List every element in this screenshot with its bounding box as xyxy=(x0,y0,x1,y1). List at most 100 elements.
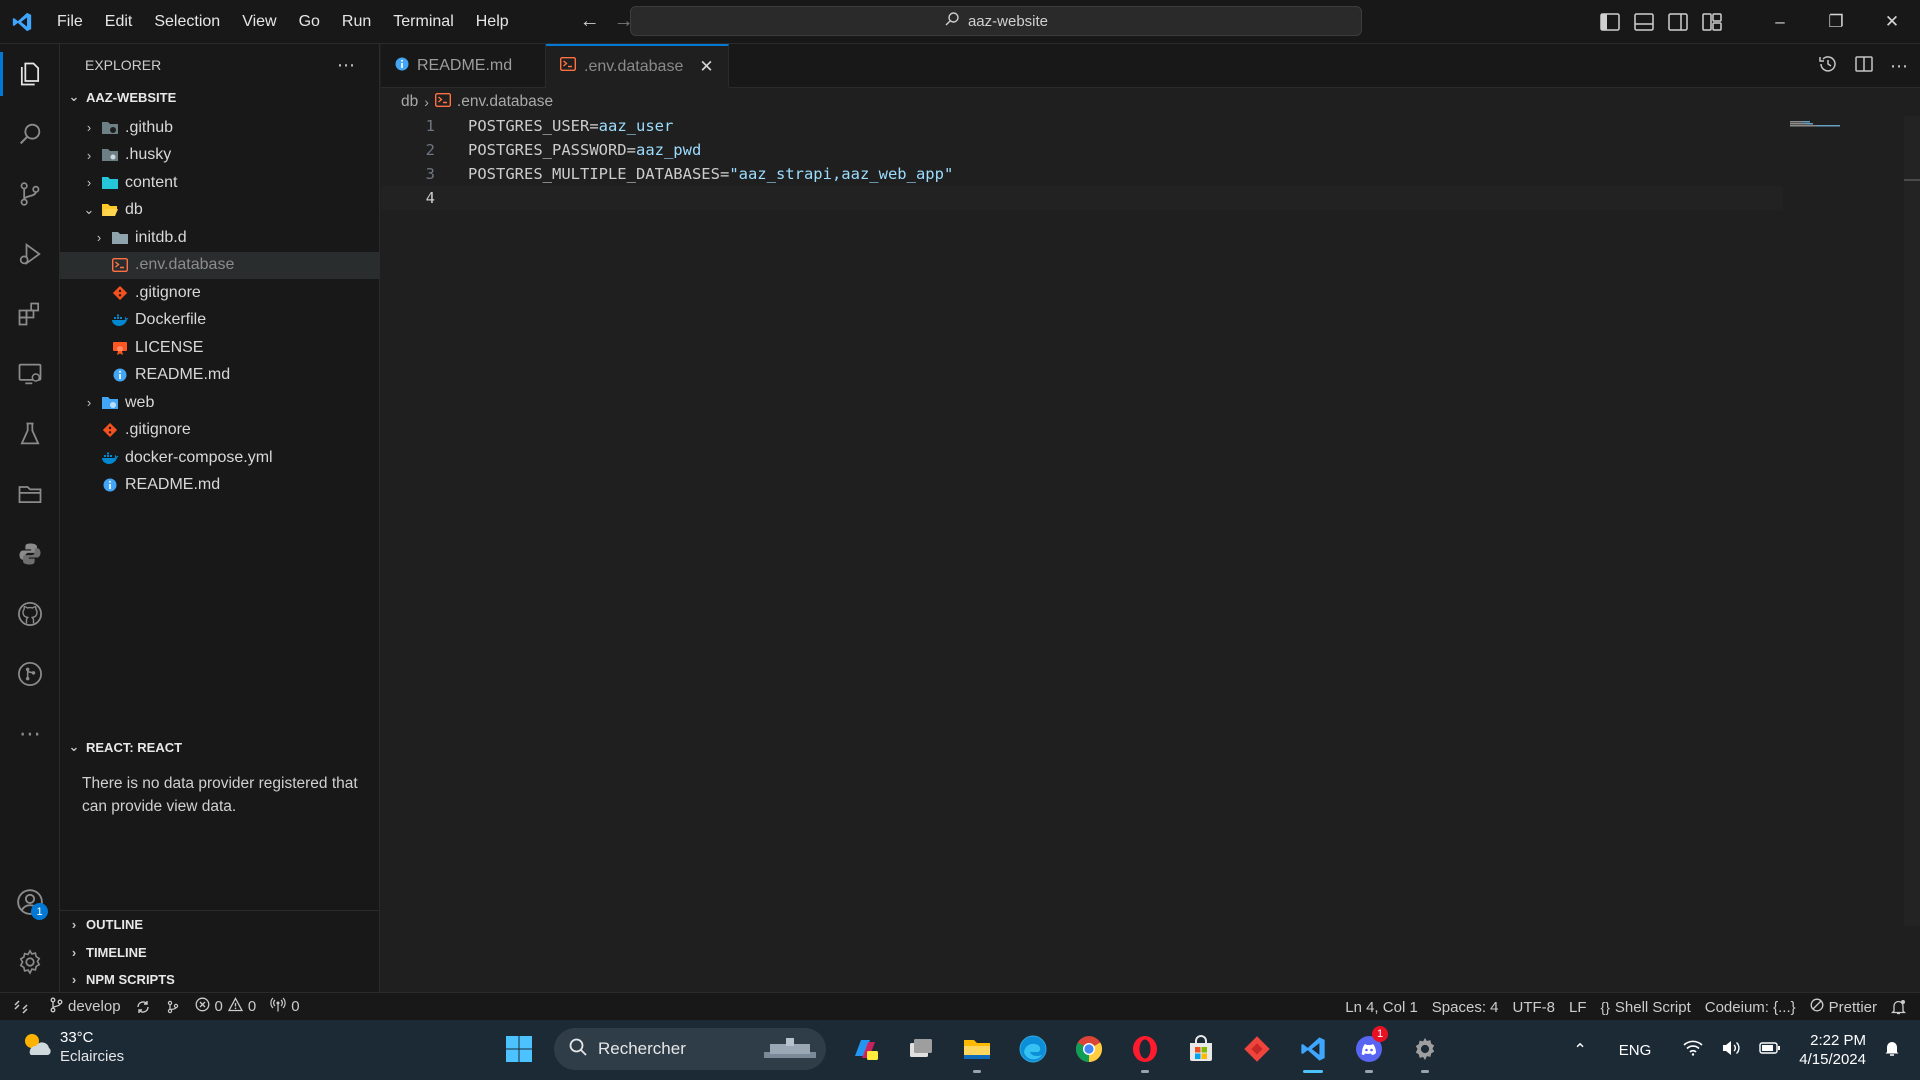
edge-browser-icon[interactable] xyxy=(1012,1028,1054,1070)
minimize-icon[interactable]: – xyxy=(1752,0,1808,44)
menu-terminal[interactable]: Terminal xyxy=(382,13,464,31)
close-tab-icon[interactable]: ✕ xyxy=(699,57,713,77)
menu-selection[interactable]: Selection xyxy=(143,13,231,31)
extensions-icon[interactable] xyxy=(0,284,60,344)
task-view-icon[interactable] xyxy=(900,1028,942,1070)
cursor-position[interactable]: Ln 4, Col 1 xyxy=(1338,993,1425,1021)
tree-item-dockerfile[interactable]: Dockerfile xyxy=(60,307,379,335)
tree-item-content-folder[interactable]: › content xyxy=(60,169,379,197)
wifi-icon[interactable] xyxy=(1683,1040,1703,1060)
tree-item-docker-compose[interactable]: docker-compose.yml xyxy=(60,444,379,472)
taskbar-search[interactable]: Rechercher xyxy=(554,1028,826,1070)
menu-run[interactable]: Run xyxy=(331,13,382,31)
explorer-activity-icon[interactable] xyxy=(0,44,60,104)
end-of-line[interactable]: LF xyxy=(1562,993,1594,1021)
tree-item-readme-db[interactable]: README.md xyxy=(60,362,379,390)
prettier-status[interactable]: Prettier xyxy=(1803,993,1884,1021)
opera-browser-icon[interactable] xyxy=(1124,1028,1166,1073)
close-window-icon[interactable]: ✕ xyxy=(1864,0,1920,44)
notifications-bell-icon[interactable] xyxy=(1884,993,1920,1021)
breadcrumb-file[interactable]: .env.database xyxy=(457,93,553,111)
customize-layout-icon[interactable] xyxy=(1702,13,1722,31)
prettier-label: Prettier xyxy=(1828,998,1877,1016)
accounts-icon[interactable]: 1 xyxy=(0,872,60,932)
menu-view[interactable]: View xyxy=(231,13,287,31)
more-actions-icon[interactable]: ⋯ xyxy=(337,55,355,76)
breadcrumb-folder[interactable]: db xyxy=(401,93,418,111)
git-graph-icon[interactable] xyxy=(0,644,60,704)
github-icon[interactable] xyxy=(0,584,60,644)
problems-indicator[interactable]: 0 0 xyxy=(188,993,264,1021)
split-editor-icon[interactable] xyxy=(1854,54,1874,79)
system-clock[interactable]: 2:22 PM 4/15/2024 xyxy=(1799,1031,1866,1069)
tree-item-github-folder[interactable]: › .github xyxy=(60,114,379,142)
chevron-right-icon: › xyxy=(71,944,77,960)
tab-env-database[interactable]: .env.database ✕ xyxy=(546,44,729,88)
tree-item-license[interactable]: LICENSE xyxy=(60,334,379,362)
clock-date: 4/15/2024 xyxy=(1799,1051,1866,1068)
anydesk-app-icon[interactable] xyxy=(1236,1028,1278,1070)
tree-item-readme-root[interactable]: README.md xyxy=(60,472,379,500)
workspace-root-header[interactable]: ⌄ AAZ-WEBSITE xyxy=(60,86,379,108)
menu-help[interactable]: Help xyxy=(465,13,520,31)
copilot-app-icon[interactable] xyxy=(844,1028,886,1070)
npm-scripts-section-header[interactable]: › NPM SCRIPTS xyxy=(60,966,380,994)
code-editor[interactable]: 1 POSTGRES_USER=aaz_user 2 POSTGRES_PASS… xyxy=(381,114,1901,210)
vscode-app-icon[interactable] xyxy=(1292,1028,1334,1073)
codeium-status[interactable]: Codeium: {...} xyxy=(1698,993,1803,1021)
ports-indicator[interactable]: 0 xyxy=(263,993,306,1021)
toggle-primary-sidebar-icon[interactable] xyxy=(1600,13,1620,31)
indentation[interactable]: Spaces: 4 xyxy=(1425,993,1506,1021)
tree-item-db-folder[interactable]: ⌄ db xyxy=(60,197,379,225)
outline-section-header[interactable]: › OUTLINE xyxy=(60,911,380,939)
timeline-section-header[interactable]: › TIMELINE xyxy=(60,939,380,967)
restore-icon[interactable]: ❐ xyxy=(1808,0,1864,44)
tree-item-env-database[interactable]: .env.database xyxy=(60,251,379,279)
toggle-secondary-sidebar-icon[interactable] xyxy=(1668,13,1688,31)
volume-icon[interactable] xyxy=(1721,1040,1741,1060)
react-section-header[interactable]: ⌄ REACT: REACT xyxy=(60,734,380,760)
timeline-history-icon[interactable] xyxy=(1818,54,1838,79)
sync-icon[interactable] xyxy=(128,993,158,1021)
encoding[interactable]: UTF-8 xyxy=(1506,993,1563,1021)
editor-more-actions-icon[interactable]: ⋯ xyxy=(1890,56,1908,77)
tree-item-husky-folder[interactable]: › .husky xyxy=(60,142,379,170)
notification-center-icon[interactable] xyxy=(1884,1039,1900,1061)
testing-flask-icon[interactable] xyxy=(0,404,60,464)
manage-gear-icon[interactable] xyxy=(0,932,60,992)
windows-start-icon[interactable] xyxy=(498,1028,540,1070)
branch-indicator[interactable]: develop xyxy=(42,993,128,1021)
more-views-icon[interactable]: ⋯ xyxy=(0,704,60,764)
tab-readme[interactable]: README.md xyxy=(381,44,546,88)
minimap[interactable] xyxy=(1790,114,1842,127)
search-activity-icon[interactable] xyxy=(0,104,60,164)
input-language[interactable]: ENG xyxy=(1619,1042,1652,1059)
microsoft-store-icon[interactable] xyxy=(1180,1028,1222,1070)
discord-app-icon[interactable]: 1 xyxy=(1348,1026,1390,1073)
tree-item-initdb-folder[interactable]: › initdb.d xyxy=(60,224,379,252)
chrome-browser-icon[interactable] xyxy=(1068,1028,1110,1070)
source-control-icon[interactable] xyxy=(0,164,60,224)
menu-edit[interactable]: Edit xyxy=(94,13,144,31)
menu-go[interactable]: Go xyxy=(288,13,331,31)
weather-widget[interactable]: 33°C Eclaircies xyxy=(20,1028,124,1066)
run-debug-icon[interactable] xyxy=(0,224,60,284)
battery-icon[interactable] xyxy=(1759,1041,1781,1059)
settings-app-icon[interactable] xyxy=(1404,1028,1446,1073)
menu-file[interactable]: File xyxy=(46,13,94,31)
file-explorer-app-icon[interactable] xyxy=(956,1028,998,1073)
toggle-panel-icon[interactable] xyxy=(1634,13,1654,31)
show-hidden-icons-chevron-icon[interactable]: ⌃ xyxy=(1573,1040,1586,1060)
command-center-search[interactable]: aaz-website xyxy=(630,6,1362,36)
tree-item-web-folder[interactable]: › web xyxy=(60,389,379,417)
tree-item-gitignore-root[interactable]: .gitignore xyxy=(60,417,379,445)
language-mode[interactable]: {} Shell Script xyxy=(1594,993,1698,1021)
tree-item-gitignore[interactable]: .gitignore xyxy=(60,279,379,307)
editor-scrollbar[interactable] xyxy=(1904,116,1920,926)
remote-explorer-icon[interactable] xyxy=(0,344,60,404)
project-manager-folder-icon[interactable] xyxy=(0,464,60,524)
python-icon[interactable] xyxy=(0,524,60,584)
back-arrow-icon[interactable]: ← xyxy=(580,10,600,33)
git-graph-status-icon[interactable] xyxy=(158,993,188,1021)
remote-indicator-icon[interactable] xyxy=(0,999,42,1015)
